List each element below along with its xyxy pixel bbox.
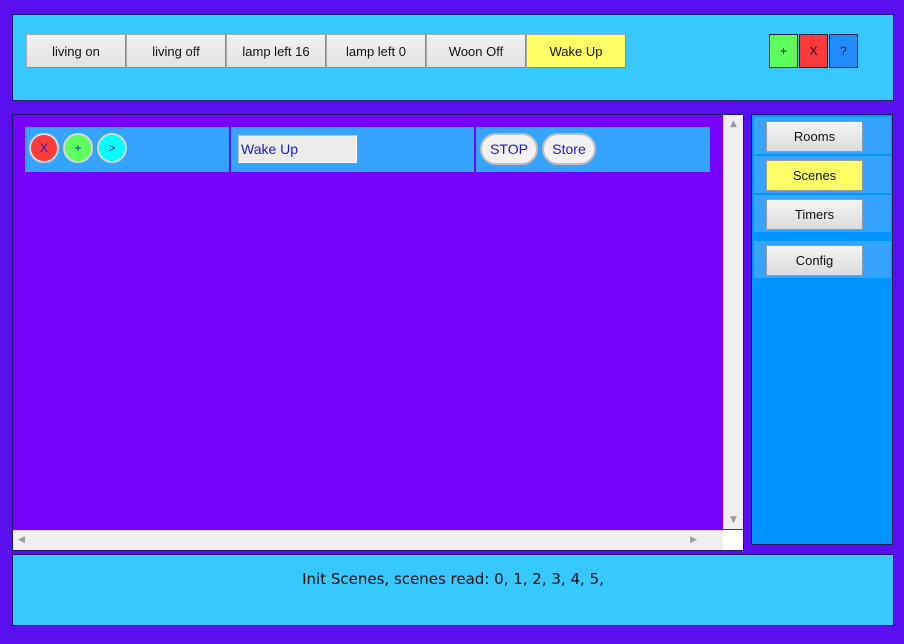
scene-button-wake-up[interactable]: Wake Up bbox=[526, 34, 626, 68]
scenes-button[interactable]: Scenes bbox=[766, 160, 863, 191]
vertical-scrollbar[interactable]: ▲ ▼ bbox=[723, 115, 743, 529]
config-button[interactable]: Config bbox=[766, 245, 863, 276]
scroll-left-icon[interactable]: ◀ bbox=[18, 535, 25, 545]
scene-name-input[interactable]: Wake Up bbox=[238, 135, 357, 163]
add-item-button[interactable]: + bbox=[63, 133, 93, 163]
scene-row-controls: STOP Store bbox=[476, 127, 710, 172]
sidebar: Rooms Scenes Timers Config bbox=[751, 114, 893, 545]
close-button[interactable]: X bbox=[799, 34, 828, 68]
horizontal-scrollbar[interactable]: ◀ ▶ bbox=[13, 530, 723, 550]
scene-button-living-on[interactable]: living on bbox=[26, 34, 126, 68]
add-scene-button[interactable]: + bbox=[769, 34, 798, 68]
scene-button-lamp-left-16[interactable]: lamp left 16 bbox=[226, 34, 326, 68]
scroll-up-icon[interactable]: ▲ bbox=[730, 119, 737, 129]
stop-button[interactable]: STOP bbox=[480, 133, 538, 165]
help-button[interactable]: ? bbox=[829, 34, 858, 68]
scroll-right-icon[interactable]: ▶ bbox=[690, 535, 697, 545]
scene-button-living-off[interactable]: living off bbox=[126, 34, 226, 68]
next-button[interactable]: > bbox=[97, 133, 127, 163]
scrollbar-corner bbox=[723, 530, 743, 550]
status-message: Init Scenes, scenes read: 0, 1, 2, 3, 4,… bbox=[302, 570, 604, 588]
rooms-button[interactable]: Rooms bbox=[766, 121, 863, 152]
status-bar: Init Scenes, scenes read: 0, 1, 2, 3, 4,… bbox=[12, 554, 894, 626]
sidebar-item-rooms: Rooms bbox=[754, 117, 891, 154]
sidebar-item-config: Config bbox=[754, 241, 891, 278]
scroll-down-icon[interactable]: ▼ bbox=[730, 515, 737, 525]
timers-button[interactable]: Timers bbox=[766, 199, 863, 230]
scene-row-actions: X + > bbox=[25, 127, 229, 172]
sidebar-item-scenes: Scenes bbox=[754, 156, 891, 193]
scene-button-woon-off[interactable]: Woon Off bbox=[426, 34, 526, 68]
scene-row-name: Wake Up bbox=[231, 127, 474, 172]
sidebar-item-timers: Timers bbox=[754, 195, 891, 232]
scene-button-lamp-left-0[interactable]: lamp left 0 bbox=[326, 34, 426, 68]
delete-scene-button[interactable]: X bbox=[29, 133, 59, 163]
scene-editor-area: X + > Wake Up STOP Store ▲ ▼ ◀ ▶ bbox=[12, 114, 744, 551]
store-button[interactable]: Store bbox=[542, 133, 596, 165]
scene-toolbar: living on living off lamp left 16 lamp l… bbox=[12, 14, 894, 101]
